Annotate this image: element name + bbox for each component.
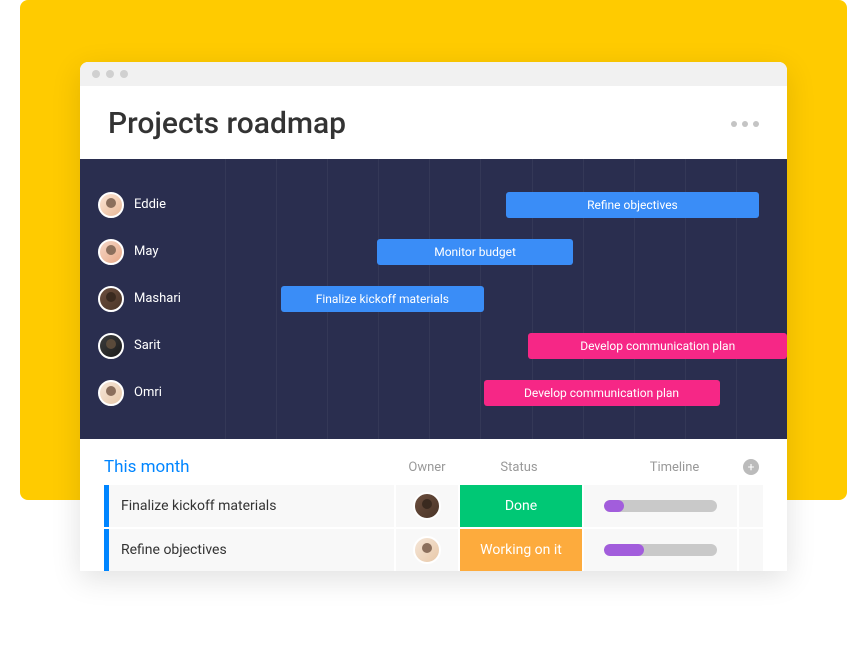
traffic-light-icon: [120, 70, 128, 78]
task-section: This month Owner Status Timeline + Final…: [80, 439, 787, 571]
avatar: [413, 536, 441, 564]
column-header-owner: Owner: [396, 460, 458, 475]
window-titlebar: [80, 62, 787, 86]
gantt-bar[interactable]: Develop communication plan: [484, 380, 720, 406]
gantt-person: Omri: [80, 380, 225, 406]
gantt-row: Omri Develop communication plan: [80, 369, 787, 416]
gantt-track: Refine objectives: [225, 192, 787, 218]
gantt-track: Develop communication plan: [225, 380, 787, 406]
task-owner-cell[interactable]: [396, 529, 458, 571]
table-row[interactable]: Refine objectives Working on it: [104, 529, 763, 571]
gantt-row: Mashari Finalize kickoff materials: [80, 275, 787, 322]
task-owner-cell[interactable]: [396, 485, 458, 527]
gantt-track: Finalize kickoff materials: [225, 286, 787, 312]
avatar: [98, 192, 124, 218]
progress-bar: [604, 500, 717, 512]
traffic-light-icon: [106, 70, 114, 78]
task-end-cell: [739, 529, 763, 571]
gantt-bar[interactable]: Develop communication plan: [528, 333, 787, 359]
avatar: [98, 286, 124, 312]
avatar: [413, 492, 441, 520]
gantt-track: Develop communication plan: [225, 333, 787, 359]
column-header-timeline: Timeline: [580, 460, 739, 475]
gantt-row: Eddie Refine objectives: [80, 181, 787, 228]
task-status-cell[interactable]: Working on it: [460, 529, 582, 571]
gantt-bar[interactable]: Finalize kickoff materials: [281, 286, 483, 312]
task-status-cell[interactable]: Done: [460, 485, 582, 527]
dots-icon: [731, 121, 737, 127]
gantt-bar[interactable]: Refine objectives: [506, 192, 759, 218]
gantt-track: Monitor budget: [225, 239, 787, 265]
person-name: May: [134, 244, 158, 259]
task-end-cell: [739, 485, 763, 527]
avatar: [98, 380, 124, 406]
progress-bar: [604, 544, 717, 556]
task-name-cell[interactable]: Refine objectives: [104, 529, 394, 571]
progress-fill: [604, 544, 644, 556]
gantt-row: May Monitor budget: [80, 228, 787, 275]
traffic-light-icon: [92, 70, 100, 78]
gantt-bar[interactable]: Monitor budget: [377, 239, 574, 265]
section-header-row: This month Owner Status Timeline +: [104, 457, 763, 485]
dots-icon: [742, 121, 748, 127]
gantt-row: Sarit Develop communication plan: [80, 322, 787, 369]
task-timeline-cell[interactable]: [584, 485, 737, 527]
page-title: Projects roadmap: [108, 106, 346, 141]
page-header: Projects roadmap: [80, 86, 787, 159]
avatar: [98, 333, 124, 359]
table-row[interactable]: Finalize kickoff materials Done: [104, 485, 763, 527]
gantt-timeline: Eddie Refine objectives May Monitor budg…: [80, 159, 787, 439]
gantt-person: May: [80, 239, 225, 265]
gantt-person: Sarit: [80, 333, 225, 359]
column-header-status: Status: [458, 460, 580, 475]
app-window: Projects roadmap Eddie Refine objectives…: [80, 62, 787, 571]
dots-icon: [753, 121, 759, 127]
task-name-cell[interactable]: Finalize kickoff materials: [104, 485, 394, 527]
person-name: Omri: [134, 385, 162, 400]
progress-fill: [604, 500, 624, 512]
gantt-person: Mashari: [80, 286, 225, 312]
task-timeline-cell[interactable]: [584, 529, 737, 571]
person-name: Sarit: [134, 338, 161, 353]
person-name: Mashari: [134, 291, 181, 306]
more-options-button[interactable]: [731, 121, 759, 127]
add-column-button[interactable]: +: [739, 459, 763, 475]
gantt-person: Eddie: [80, 192, 225, 218]
section-title: This month: [104, 457, 396, 477]
person-name: Eddie: [134, 197, 166, 212]
plus-icon: +: [743, 459, 759, 475]
avatar: [98, 239, 124, 265]
